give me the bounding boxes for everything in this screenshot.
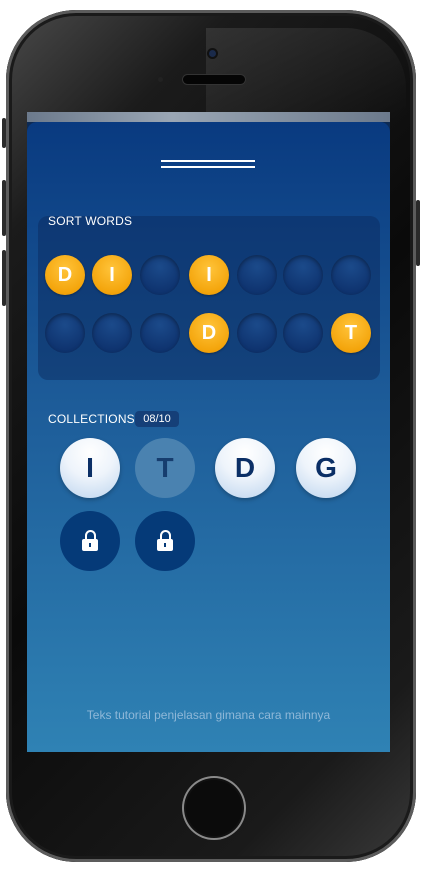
empty-slot[interactable]: [237, 313, 277, 353]
letter-tile[interactable]: T: [331, 313, 371, 353]
screen: SORT WORDS D I I D T COLLECTIONS 08/10 I…: [27, 112, 390, 752]
sort-words-panel: [38, 216, 380, 380]
letter-tile[interactable]: D: [189, 313, 229, 353]
empty-slot[interactable]: [331, 255, 371, 295]
empty-slot[interactable]: [92, 313, 132, 353]
mute-switch: [2, 118, 6, 148]
empty-slot[interactable]: [140, 255, 180, 295]
locked-collection[interactable]: [60, 511, 120, 571]
collections-label: COLLECTIONS: [48, 412, 135, 426]
lock-icon: [82, 530, 98, 551]
collection-letter-i[interactable]: I: [60, 438, 120, 498]
letter-tile[interactable]: I: [92, 255, 132, 295]
collection-letter-d[interactable]: D: [215, 438, 275, 498]
empty-slot[interactable]: [45, 313, 85, 353]
phone-gloss: [206, 28, 406, 118]
empty-slot[interactable]: [283, 313, 323, 353]
letter-tile[interactable]: D: [45, 255, 85, 295]
lock-icon: [157, 530, 173, 551]
collection-letter-t[interactable]: T: [135, 438, 195, 498]
front-camera: [209, 50, 216, 57]
home-button[interactable]: [182, 776, 246, 840]
sort-words-label: SORT WORDS: [48, 214, 133, 228]
earpiece-speaker: [183, 75, 245, 84]
locked-collection[interactable]: [135, 511, 195, 571]
menu-icon[interactable]: [161, 156, 255, 174]
volume-down-button: [2, 250, 6, 306]
empty-slot[interactable]: [237, 255, 277, 295]
proximity-sensor: [158, 77, 163, 82]
volume-up-button: [2, 180, 6, 236]
collections-count-badge: 08/10: [135, 411, 179, 427]
game-screen: SORT WORDS D I I D T COLLECTIONS 08/10 I…: [27, 122, 390, 752]
empty-slot[interactable]: [283, 255, 323, 295]
tutorial-text: Teks tutorial penjelasan gimana cara mai…: [86, 708, 331, 722]
status-bar: [27, 112, 390, 122]
empty-slot[interactable]: [140, 313, 180, 353]
letter-tile[interactable]: I: [189, 255, 229, 295]
power-button: [416, 200, 420, 266]
collection-letter-g[interactable]: G: [296, 438, 356, 498]
